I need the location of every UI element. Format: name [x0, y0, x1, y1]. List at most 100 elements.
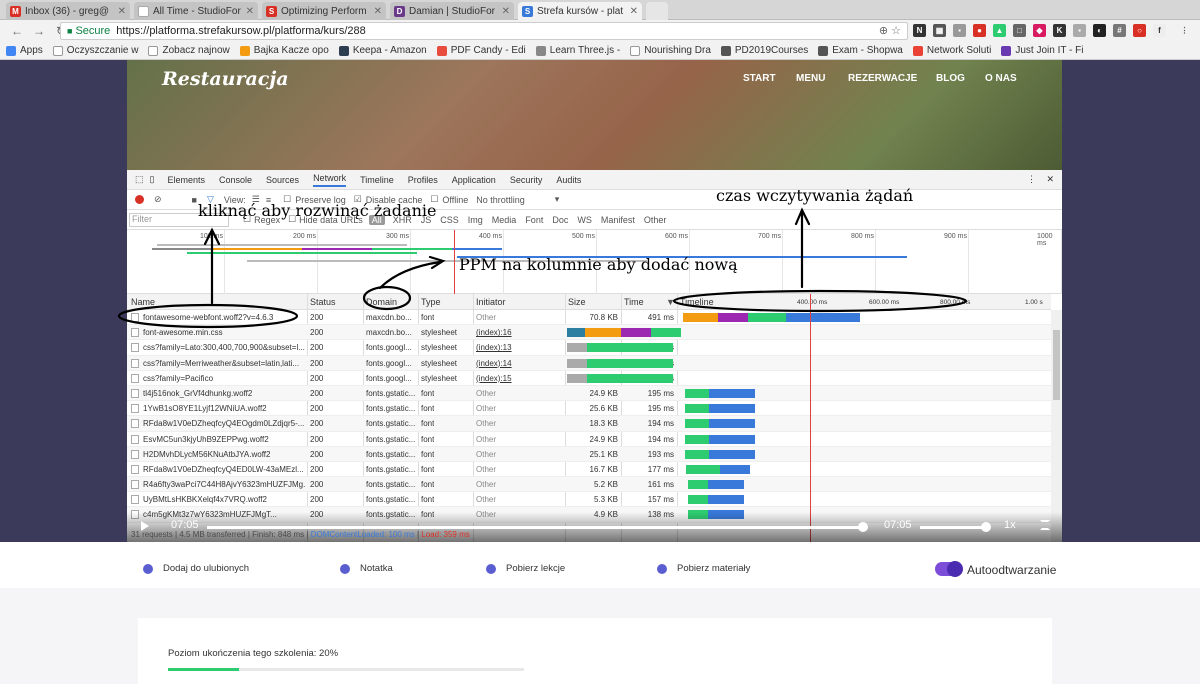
chrome-menu-icon[interactable]: ⋮ — [1178, 24, 1191, 37]
autoplay-toggle[interactable] — [935, 561, 963, 577]
close-tab-icon[interactable]: ✕ — [630, 6, 638, 17]
extension-box-icon[interactable]: □ — [1013, 24, 1026, 37]
bookmark-item[interactable]: Learn Three.js - — [535, 45, 620, 56]
bookmark-item[interactable]: Network Soluti — [912, 45, 991, 56]
table-row[interactable]: css?family=Pacifico 200 fonts.googl... styl… — [127, 371, 1051, 386]
close-tab-icon[interactable]: ✕ — [246, 6, 254, 17]
col-initiator[interactable]: Initiator — [476, 297, 506, 307]
bookmark-item[interactable]: Keepa - Amazon — [338, 45, 427, 56]
col-type[interactable]: Type — [421, 297, 441, 307]
table-row[interactable]: css?family=Merriweather&subset=latin,lat… — [127, 355, 1051, 371]
table-row[interactable]: tl4j516nok_GrVf4dhunkg.woff2 200 fonts.gst… — [127, 385, 1051, 402]
bookmark-item[interactable]: PD2019Courses — [720, 45, 808, 56]
request-list-scrollbar[interactable] — [1051, 310, 1062, 542]
close-tab-icon[interactable]: ✕ — [374, 6, 382, 17]
type-img[interactable]: Img — [468, 215, 483, 225]
back-icon[interactable]: ← — [6, 24, 28, 38]
bookmark-item[interactable]: Exam - Shopwa — [818, 45, 903, 56]
col-time[interactable]: Time — [624, 297, 644, 307]
extension-green-icon[interactable]: ▲ — [993, 24, 1006, 37]
download-materials-button[interactable]: Pobierz materiały — [657, 563, 750, 574]
extension-k-icon[interactable]: K — [1053, 24, 1066, 37]
tab-console[interactable]: Console — [219, 175, 252, 185]
extension-off-icon[interactable]: ◐ — [1093, 24, 1106, 37]
bookmark-item[interactable]: Nourishing Dra — [630, 45, 711, 56]
bookmark-item[interactable]: Bajka Kacze opo — [239, 45, 329, 56]
note-button[interactable]: Notatka — [340, 563, 393, 574]
tab-network[interactable]: Network — [313, 173, 347, 187]
col-status[interactable]: Status — [310, 297, 336, 307]
extension-qr-icon[interactable]: ▦ — [933, 24, 946, 37]
nav-start[interactable]: START — [743, 73, 776, 84]
table-row[interactable]: UyBMtLsHKBKXelqf4x7VRQ.woff2 200 fonts.gst… — [127, 492, 1051, 508]
table-row[interactable]: fontawesome-webfont.woff2?v=4.6.3 200 maxc… — [127, 310, 1051, 326]
seek-knob[interactable] — [858, 522, 868, 532]
table-row[interactable]: css?family=Lato:300,400,700,900&subset=l… — [127, 340, 1051, 356]
bookmark-item[interactable]: Just Join IT - Fi — [1001, 45, 1084, 56]
bookmark-item[interactable]: Zobacz najnow — [148, 45, 230, 56]
tab-audits[interactable]: Audits — [556, 175, 581, 185]
speed-button[interactable]: 1x — [1004, 519, 1016, 531]
table-row[interactable]: R4a6fty3waPci7C44H8AjvY6323mHUZFJMg... 20… — [127, 477, 1051, 493]
type-doc[interactable]: Doc — [552, 215, 568, 225]
extension-icon[interactable]: ▪ — [953, 24, 966, 37]
device-icon[interactable]: ▯ — [150, 174, 155, 185]
nav-blog[interactable]: BLOG — [936, 73, 965, 84]
type-ws[interactable]: WS — [577, 215, 592, 225]
tab-application[interactable]: Application — [452, 175, 496, 185]
nav-o-nas[interactable]: O NAS — [985, 73, 1017, 84]
tab-elements[interactable]: Elements — [167, 175, 205, 185]
table-row[interactable]: 1YwB1sO8YE1Lyjf12WNiUA.woff2 200 fonts.gst… — [127, 401, 1051, 417]
zoom-star-icons[interactable]: ⊕ ☆ — [879, 24, 901, 37]
browser-tab[interactable]: D Damian | StudioFor ✕ — [390, 2, 514, 20]
extension-fx-icon[interactable]: f — [1153, 24, 1166, 37]
volume-knob[interactable] — [981, 522, 991, 532]
tab-sources[interactable]: Sources — [266, 175, 299, 185]
browser-tab[interactable]: All Time - StudioFor ✕ — [134, 2, 258, 20]
camera-icon[interactable]: ■ — [192, 195, 197, 205]
bookmark-item[interactable]: Apps — [6, 45, 43, 56]
bookmark-item[interactable]: Oczyszczanie w — [52, 45, 138, 56]
table-row[interactable]: EsvMC5un3kjyUhB9ZEPPwg.woff2 200 fonts.gst… — [127, 432, 1051, 447]
seek-bar[interactable] — [207, 522, 868, 532]
type-media[interactable]: Media — [492, 215, 517, 225]
col-domain[interactable]: Domain — [366, 297, 397, 307]
favorite-button[interactable]: Dodaj do ulubionych — [143, 563, 249, 574]
extension-grid-icon[interactable]: # — [1113, 24, 1126, 37]
forward-icon[interactable]: → — [28, 24, 50, 38]
table-row[interactable]: font-awesome.min.css 200 maxcdn.bo... style… — [127, 325, 1051, 341]
table-row[interactable]: RFda8w1V0eDZheqfcyQ4EOgdm0LZdjqr5-... 200… — [127, 416, 1051, 432]
throttling-select[interactable]: No throttling — [476, 195, 525, 205]
tab-security[interactable]: Security — [510, 175, 543, 185]
nav-menu[interactable]: MENU — [796, 73, 825, 84]
close-tab-icon[interactable]: ✕ — [118, 6, 126, 17]
devtools-close-icon[interactable]: ✕ — [1046, 174, 1054, 185]
url-bar[interactable]: ■ Secure https://platforma.strefakursow.… — [60, 22, 908, 40]
volume-slider[interactable] — [920, 522, 991, 532]
type-font[interactable]: Font — [525, 215, 543, 225]
record-icon[interactable] — [135, 195, 144, 204]
table-row[interactable]: RFda8w1V0eDZheqfcyQ4ED0LW-43aMEzl... 200 f… — [127, 462, 1051, 478]
browser-tab[interactable]: M Inbox (36) - greg@ ✕ — [6, 2, 130, 20]
extension-circle-icon[interactable]: ○ — [1133, 24, 1146, 37]
extension-n-icon[interactable]: N — [913, 24, 926, 37]
browser-tab[interactable]: S Optimizing Perform ✕ — [262, 2, 386, 20]
type-manifest[interactable]: Manifest — [601, 215, 635, 225]
chevron-down-icon[interactable]: ▾ — [555, 194, 560, 205]
extension-grey-icon[interactable]: ▪ — [1073, 24, 1086, 37]
extension-red-icon[interactable]: ● — [973, 24, 986, 37]
tab-timeline[interactable]: Timeline — [360, 175, 394, 185]
nav-rezerwacje[interactable]: REZERWACJE — [848, 73, 917, 84]
tab-profiles[interactable]: Profiles — [408, 175, 438, 185]
extension-pink-icon[interactable]: ◆ — [1033, 24, 1046, 37]
col-timeline[interactable]: Timeline — [680, 297, 714, 307]
type-other[interactable]: Other — [644, 215, 667, 225]
close-tab-icon[interactable]: ✕ — [502, 6, 510, 17]
new-tab-button[interactable] — [646, 2, 668, 20]
clear-icon[interactable]: ⊘ — [154, 194, 162, 205]
col-size[interactable]: Size — [568, 297, 586, 307]
download-lesson-button[interactable]: Pobierz lekcje — [486, 563, 565, 574]
bookmark-item[interactable]: PDF Candy - Edi — [436, 45, 526, 56]
col-name[interactable]: Name — [131, 297, 155, 307]
table-row[interactable]: H2DMvhDLycM56KNuAtbJYA.woff2 200 fonts.gst… — [127, 446, 1051, 462]
